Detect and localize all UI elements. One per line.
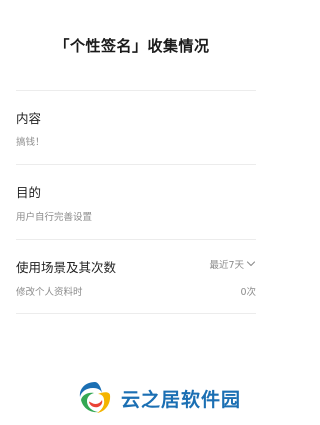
page-title: 「个性签名」收集情况: [54, 37, 210, 55]
divider-purpose: [16, 239, 256, 240]
watermark: 云之居软件园: [75, 378, 241, 418]
usage-scenario: 修改个人资料时: [16, 287, 83, 298]
content-section-value: 搞钱！: [16, 137, 45, 148]
period-dropdown[interactable]: 最近7天: [209, 257, 256, 271]
usage-count: 0次: [240, 287, 256, 298]
divider-content: [16, 164, 256, 165]
watermark-text: 云之居软件园: [121, 388, 242, 411]
divider-usage: [16, 313, 256, 314]
watermark-logo-icon: [79, 382, 111, 413]
divider-top: [16, 90, 256, 91]
content-section-label: 内容: [16, 111, 42, 126]
chevron-down-icon: [246, 261, 256, 267]
period-dropdown-label: 最近7天: [209, 260, 244, 271]
purpose-section-label: 目的: [16, 185, 42, 200]
purpose-section-value: 用户自行完善设置: [16, 212, 93, 223]
usage-section-label: 使用场景及其次数: [16, 260, 117, 275]
